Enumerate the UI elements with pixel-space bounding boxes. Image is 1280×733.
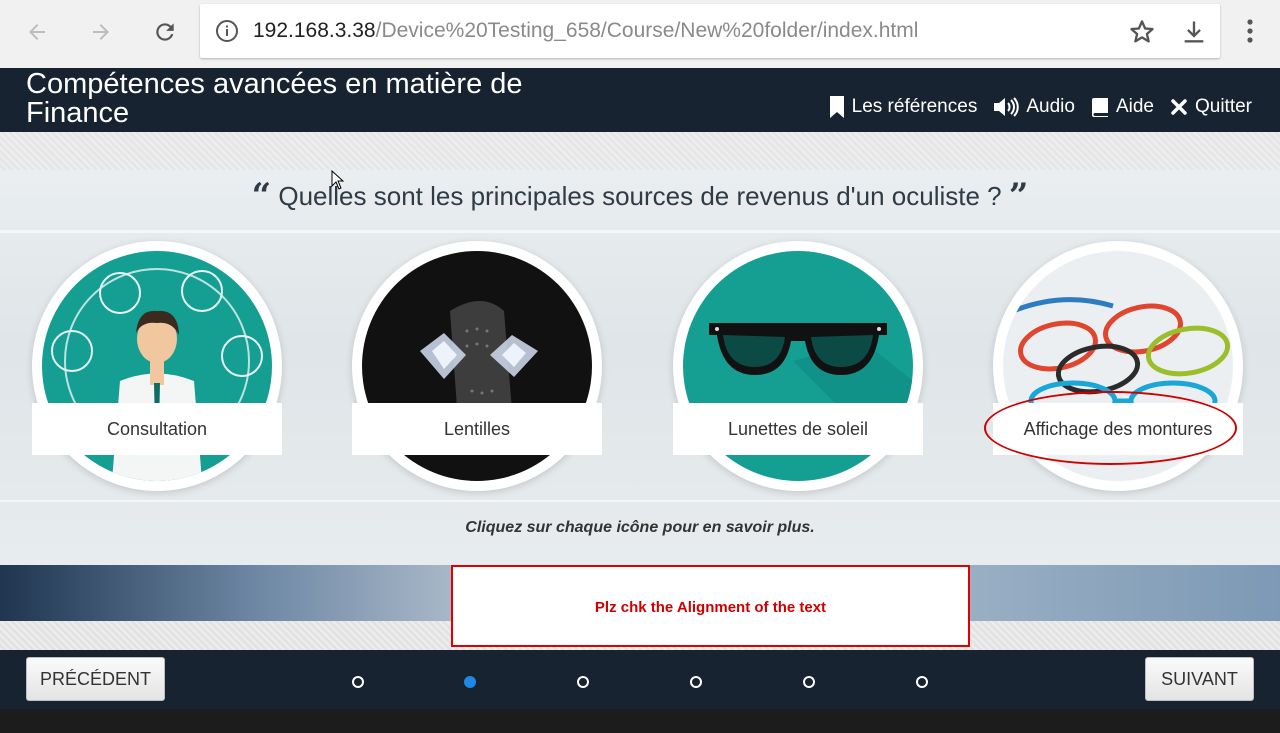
- browser-toolbar: 192.168.3.38/Device%20Testing_658/Course…: [0, 0, 1280, 68]
- card-label: Lentilles: [352, 403, 602, 455]
- book-icon: [1091, 98, 1108, 117]
- quit-button[interactable]: Quitter: [1170, 96, 1252, 118]
- page-dot-2[interactable]: [464, 676, 476, 688]
- reload-button[interactable]: [147, 14, 183, 50]
- address-bar[interactable]: 192.168.3.38/Device%20Testing_658/Course…: [200, 4, 1220, 58]
- audio-label: Audio: [1026, 96, 1075, 117]
- star-icon[interactable]: [1128, 18, 1156, 46]
- background-rail: [0, 230, 1280, 233]
- references-button[interactable]: Les références: [829, 95, 978, 119]
- quit-label: Quitter: [1194, 96, 1252, 117]
- page-dot-5[interactable]: [803, 676, 815, 688]
- audio-button[interactable]: Audio: [993, 96, 1075, 118]
- question-panel: “ Quelles sont les principales sources d…: [0, 170, 1280, 565]
- page-dot-3[interactable]: [577, 676, 589, 688]
- card-affichage-des-montures[interactable]: Affichage des montures: [993, 241, 1243, 491]
- download-icon[interactable]: [1180, 18, 1208, 46]
- close-icon: [1171, 99, 1187, 115]
- header-menu: Les références Audio Aide Quitter: [829, 95, 1252, 119]
- back-button[interactable]: [19, 14, 55, 50]
- review-comment-text: Plz chk the Alignment of the text: [594, 599, 827, 616]
- instruction-text: Cliquez sur chaque icône pour en savoir …: [465, 519, 815, 536]
- background-rail: [0, 500, 1280, 502]
- open-quote-icon: “: [251, 176, 272, 216]
- speaker-icon: [994, 97, 1020, 117]
- card-lunettes-de-soleil[interactable]: Lunettes de soleil: [673, 241, 923, 491]
- course-title: Compétences avancées en matière de Finan…: [26, 68, 523, 129]
- references-label: Les références: [851, 96, 978, 117]
- reload-icon: [156, 23, 174, 41]
- page-dot-1[interactable]: [352, 676, 364, 688]
- bookmark-icon: [829, 96, 844, 118]
- page-dot-4[interactable]: [690, 676, 702, 688]
- url-text: 192.168.3.38/Device%20Testing_658/Course…: [253, 19, 918, 43]
- review-comment-box: Plz chk the Alignment of the text: [451, 565, 970, 647]
- close-quote-icon: ”: [1008, 176, 1029, 216]
- course-header: Compétences avancées en matière de Finan…: [0, 68, 1280, 132]
- bottom-bar: [0, 709, 1280, 733]
- card-label: Lunettes de soleil: [673, 403, 923, 455]
- url-host: 192.168.3.38: [253, 19, 376, 42]
- header-pattern-strip: [0, 132, 1280, 170]
- more-vert-icon[interactable]: [1238, 14, 1262, 50]
- arrow-right-icon: [93, 24, 109, 40]
- course-footer: PRÉCÉDENT SUIVANT: [0, 650, 1280, 709]
- forward-button[interactable]: [83, 14, 119, 50]
- arrow-left-icon: [29, 24, 45, 40]
- next-button[interactable]: SUIVANT: [1145, 657, 1254, 701]
- url-path: /Device%20Testing_658/Course/New%20folde…: [375, 19, 919, 42]
- question-text: Quelles sont les principales sources de …: [278, 181, 1002, 211]
- help-label: Aide: [1115, 96, 1154, 117]
- card-lentilles[interactable]: Lentilles: [352, 241, 602, 491]
- mouse-cursor-icon: [331, 170, 345, 190]
- card-label: Affichage des montures: [993, 403, 1243, 455]
- card-label: Consultation: [32, 403, 282, 455]
- help-button[interactable]: Aide: [1091, 96, 1154, 118]
- previous-button[interactable]: PRÉCÉDENT: [26, 657, 165, 701]
- card-consultation[interactable]: Consultation: [32, 241, 282, 491]
- info-icon[interactable]: [215, 19, 239, 43]
- page-dot-6[interactable]: [916, 676, 928, 688]
- question-heading: “ Quelles sont les principales sources d…: [0, 176, 1280, 216]
